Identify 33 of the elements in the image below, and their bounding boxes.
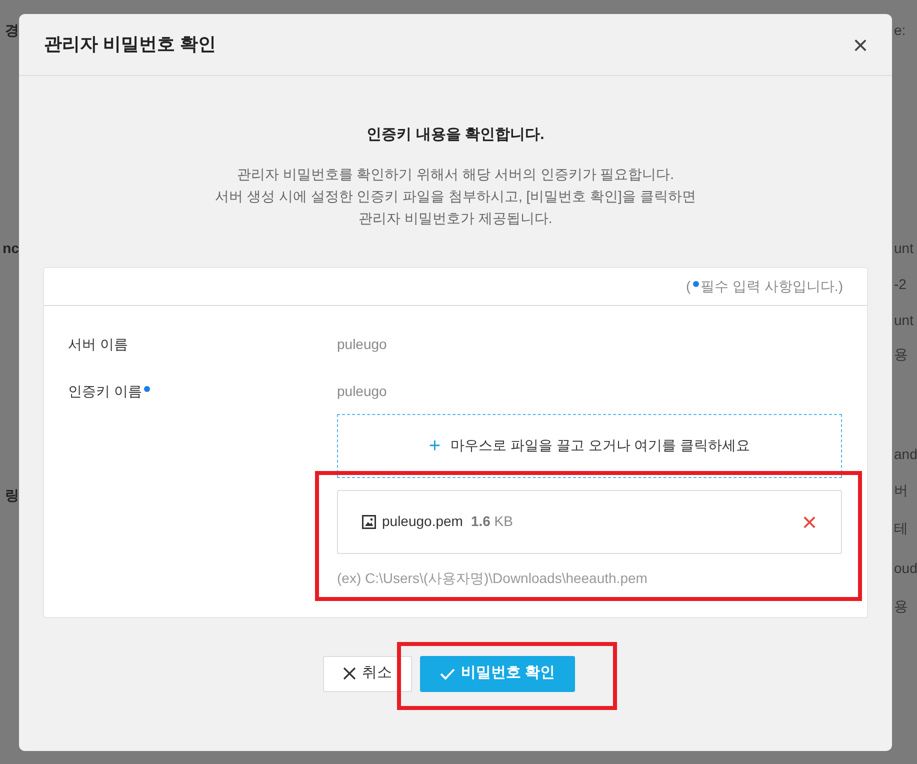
field-value: puleugo (337, 382, 387, 398)
dialog-title: 관리자 비밀번호 확인 (44, 33, 216, 56)
background-text: 링 (5, 486, 19, 505)
background-text: oud (894, 559, 917, 578)
heading-text: 인증키 내용을 확인합니다. (366, 125, 546, 145)
background-text: 테 (894, 519, 908, 538)
background-text: 용 (894, 345, 908, 364)
field-label: 서버 이름 (68, 336, 128, 352)
check-icon (440, 668, 455, 680)
file-name: puleugo.pem (382, 512, 463, 531)
background-text: 경 (5, 21, 19, 40)
description-text: 관리자 비밀번호를 확인하기 위해서 해당 서버의 인증키가 필요합니다. 서버 생성 시에 설정한 인증키 파일을 첨부하시고, [비밀번호 확인]을 클릭하면 관리자 비밀번호가 제공됩니다. (214, 164, 697, 228)
background-text: unt (894, 311, 914, 330)
close-button[interactable]: × (852, 32, 868, 58)
required-note: ( 필수 입력 사항입니다.) (686, 276, 843, 296)
background-text: e: (894, 21, 906, 40)
background-text: unt (894, 239, 914, 258)
close-icon (343, 667, 356, 680)
dropzone-text: 마우스로 파일을 끌고 오거나 여기를 클릭하세요 (450, 436, 750, 455)
file-size: 1.6 KB (470, 512, 513, 531)
field-label: 인증키 이름 (68, 382, 142, 398)
remove-file-button[interactable]: × (802, 508, 817, 534)
background-text: 버 (894, 481, 908, 500)
path-hint: (ex) C:\Users\(사용자명)\Downloads\heeauth.pem (337, 568, 648, 588)
file-dropzone[interactable]: + 마우스로 파일을 끌고 오거나 여기를 클릭하세요 (337, 414, 842, 478)
background-text: nc (2, 239, 19, 258)
background-text: 용 (894, 597, 908, 616)
background-text: -2 (894, 275, 906, 294)
plus-icon: + (428, 436, 441, 456)
field-value: puleugo (337, 336, 387, 352)
image-file-icon (362, 514, 376, 528)
cancel-button[interactable]: 취소 (323, 656, 412, 692)
background-text: and (894, 445, 917, 464)
